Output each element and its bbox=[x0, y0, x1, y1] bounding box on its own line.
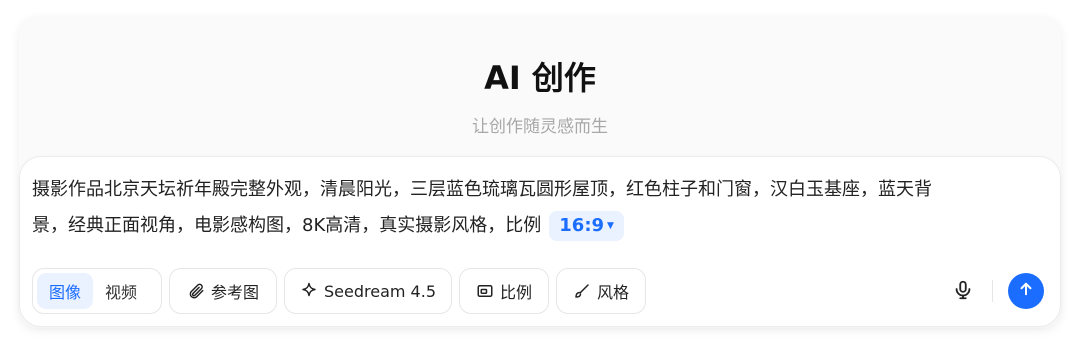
style-button[interactable]: 风格 bbox=[556, 268, 646, 314]
mode-switch: 图像 视频 bbox=[32, 268, 162, 314]
composer-toolbar: 图像 视频 参考图 Seedream 4.5 比例 风格 bbox=[32, 268, 1048, 314]
prompt-text-line1: 摄影作品北京天坛祈年殿完整外观，清晨阳光，三层蓝色琉璃瓦圆形屋顶，红色柱子和门窗… bbox=[32, 179, 932, 200]
send-button[interactable] bbox=[1008, 273, 1044, 309]
arrow-up-icon bbox=[1017, 280, 1035, 302]
prompt-composer[interactable]: 摄影作品北京天坛祈年殿完整外观，清晨阳光，三层蓝色琉璃瓦圆形屋顶，红色柱子和门窗… bbox=[19, 156, 1061, 327]
reference-image-label: 参考图 bbox=[210, 283, 259, 302]
mic-button[interactable] bbox=[950, 279, 976, 305]
aspect-ratio-icon bbox=[476, 282, 494, 300]
ratio-chip[interactable]: 16:9 ▼ bbox=[549, 211, 624, 241]
reference-image-button[interactable]: 参考图 bbox=[169, 268, 277, 314]
ratio-chip-value: 16:9 bbox=[559, 215, 605, 236]
style-label: 风格 bbox=[596, 283, 629, 302]
page-title: AI 创作 bbox=[484, 59, 596, 97]
mode-image-tab[interactable]: 图像 bbox=[37, 273, 94, 309]
model-label: Seedream 4.5 bbox=[324, 281, 436, 301]
mode-video-tab[interactable]: 视频 bbox=[93, 273, 149, 309]
brush-icon bbox=[573, 282, 591, 300]
ratio-button[interactable]: 比例 bbox=[459, 268, 549, 314]
mic-icon bbox=[952, 279, 974, 305]
page-subtitle: 让创作随灵感而生 bbox=[472, 117, 608, 137]
paperclip-icon bbox=[187, 282, 205, 300]
model-select-button[interactable]: Seedream 4.5 bbox=[284, 268, 452, 314]
caret-down-icon: ▼ bbox=[607, 221, 614, 231]
toolbar-divider bbox=[992, 280, 993, 302]
prompt-input[interactable]: 摄影作品北京天坛祈年殿完整外观，清晨阳光，三层蓝色琉璃瓦圆形屋顶，红色柱子和门窗… bbox=[32, 172, 1042, 244]
prompt-text-line2: 景，经典正面视角，电影感构图，8K高清，真实摄影风格，比例 bbox=[32, 215, 542, 236]
sparkle-icon bbox=[300, 282, 318, 300]
ratio-label: 比例 bbox=[499, 283, 532, 302]
